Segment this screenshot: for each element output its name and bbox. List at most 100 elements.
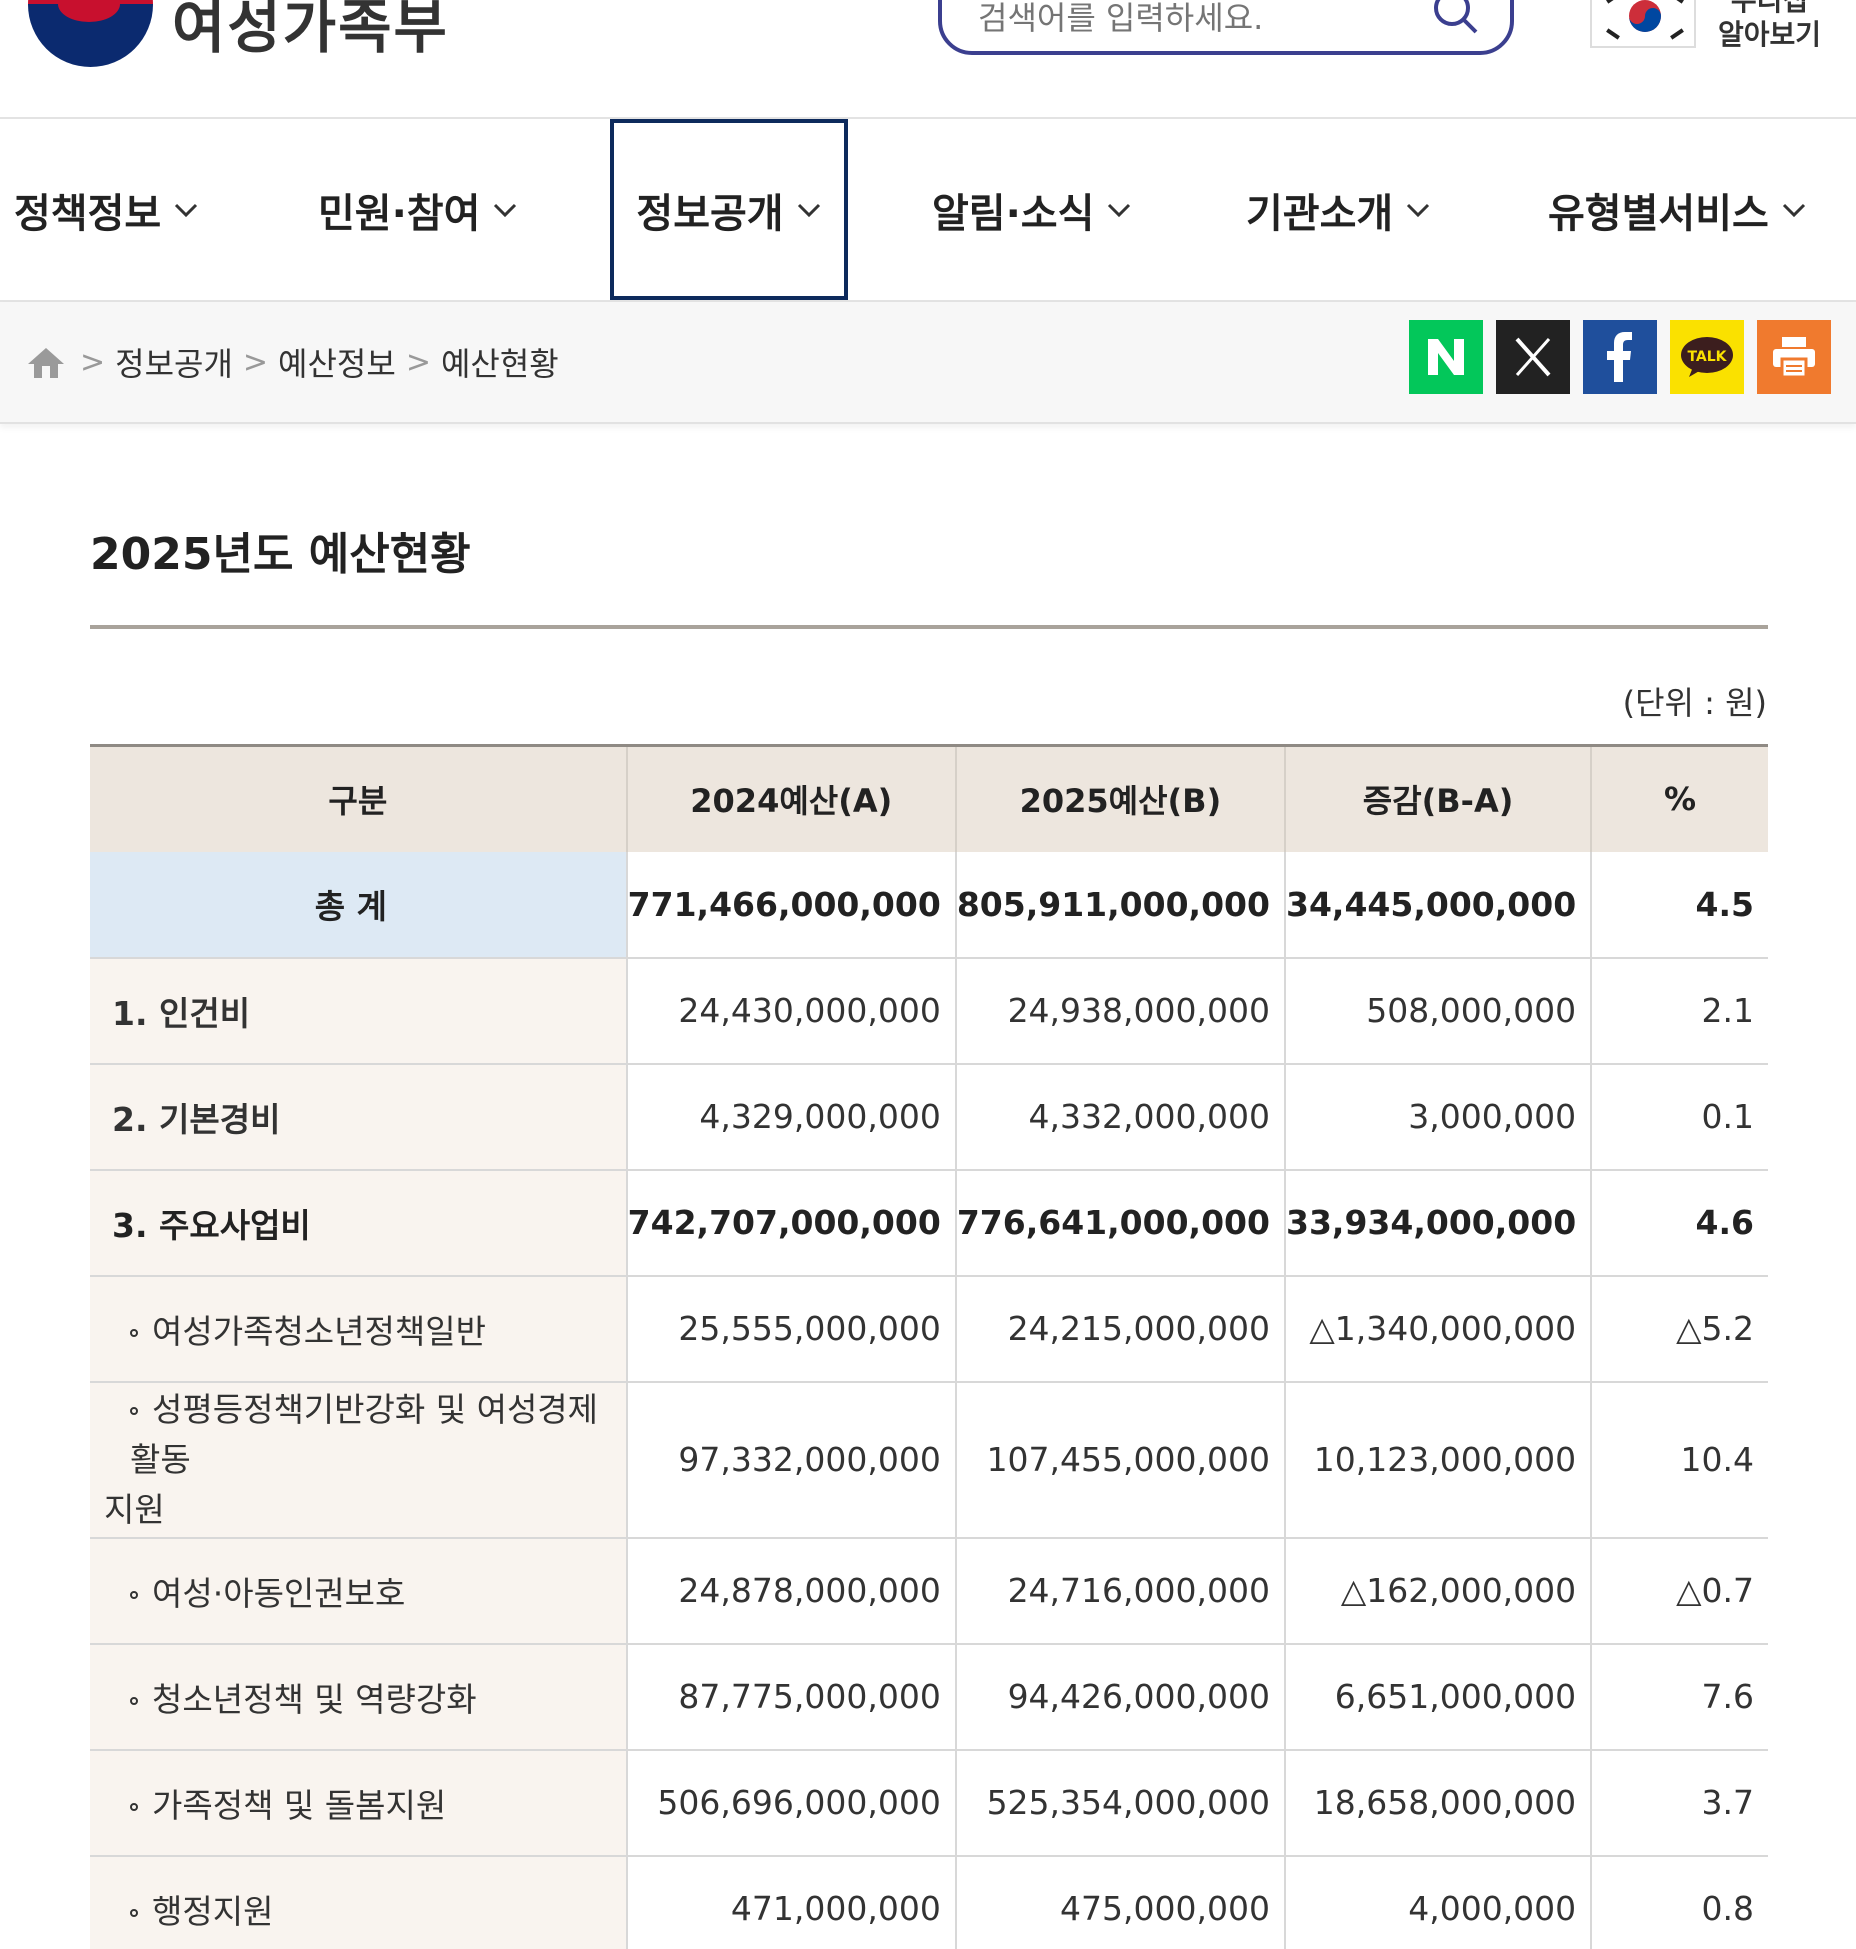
column-header: 2024예산(A) [626,744,957,852]
naver-icon [1428,339,1464,375]
column-header: 2025예산(B) [955,744,1286,852]
bullet-icon [130,1329,138,1337]
table-row: 성평등정책기반강화 및 여성경제활동 지원 97,332,000,000 107… [90,1381,1768,1539]
nav-item-policy[interactable]: 정책정보 [14,119,199,300]
cell-budget-2025: 475,000,000 [955,1855,1286,1949]
flag-label-line2: 알아보기 [1718,18,1822,51]
bullet-icon [130,1697,138,1705]
share-kakaotalk-button[interactable]: TALK [1670,320,1744,394]
cell-budget-2024: 24,430,000,000 [626,957,957,1065]
row-label: 1. 인건비 [90,957,628,1065]
breadcrumb-separator: > [405,344,431,380]
row-label: 2. 기본경비 [90,1063,628,1171]
cell-difference: 3,000,000 [1284,1063,1593,1171]
nav-item-civil[interactable]: 민원·참여 [318,119,518,300]
chevron-down-icon [797,203,820,217]
breadcrumb-item[interactable]: 정보공개 [115,339,233,385]
home-icon[interactable] [26,344,66,380]
column-header: 구분 [90,744,628,852]
nav-item-label: 유형별서비스 [1548,190,1769,237]
logo-text[interactable]: 여성가족부 [172,0,449,64]
bullet-icon [130,1909,138,1917]
chevron-down-icon [1407,203,1430,217]
flag-label-line1: 누리집 [1730,0,1809,17]
cell-budget-2025: 94,426,000,000 [955,1643,1286,1751]
site-header: 여성가족부 누리집 알아보기 [0,0,1856,117]
cell-budget-2024: 97,332,000,000 [626,1381,957,1539]
table-row-total: 총 계 771,466,000,000 805,911,000,000 34,4… [90,851,1768,959]
cell-difference: 34,445,000,000 [1284,851,1593,959]
flag-info-link[interactable]: 누리집 알아보기 [1718,0,1821,52]
cell-budget-2025: 24,215,000,000 [955,1275,1286,1383]
nav-item-label: 정책정보 [14,190,162,237]
share-x-button[interactable] [1496,320,1570,394]
chevron-down-icon [1782,203,1805,217]
breadcrumb: > 정보공개 > 예산정보 > 예산현황 [26,330,559,394]
row-label-cell: 성평등정책기반강화 및 여성경제활동 지원 [90,1381,628,1539]
cell-budget-2024: 771,466,000,000 [626,851,957,959]
cell-percent: 3.7 [1591,1749,1768,1857]
nav-item-news[interactable]: 알림·소식 [932,119,1132,300]
nav-item-label: 민원·참여 [318,190,481,237]
cell-difference: △162,000,000 [1284,1537,1593,1645]
share-naver-button[interactable] [1409,320,1483,394]
row-label-cell: 행정지원 [90,1855,628,1949]
cell-budget-2024: 87,775,000,000 [626,1643,957,1751]
breadcrumb-separator: > [242,344,269,380]
cell-budget-2024: 506,696,000,000 [626,1749,957,1857]
cell-percent: 7.6 [1591,1643,1768,1751]
chevron-down-icon [494,203,517,217]
budget-table: 구분 2024예산(A) 2025예산(B) 증감(B-A) % 총 계 771… [90,744,1768,1949]
main-nav: 정책정보 민원·참여 정보공개 알림·소식 기관소개 유형별서비스 [0,117,1856,302]
cell-percent: 0.1 [1591,1063,1768,1171]
cell-difference: 10,123,000,000 [1284,1381,1593,1539]
cell-budget-2025: 107,455,000,000 [955,1381,1286,1539]
cell-budget-2025: 805,911,000,000 [955,851,1286,959]
share-facebook-button[interactable] [1583,320,1657,394]
table-row: 여성·아동인권보호 24,878,000,000 24,716,000,000 … [90,1537,1768,1645]
table-header-row: 구분 2024예산(A) 2025예산(B) 증감(B-A) % [90,744,1768,852]
bullet-icon [130,1591,138,1599]
cell-difference: 4,000,000 [1284,1855,1593,1949]
cell-percent: 4.5 [1591,851,1768,959]
unit-label: (단위 : 원) [1622,684,1767,722]
nav-item-services[interactable]: 유형별서비스 [1548,119,1807,300]
ministry-logo[interactable] [28,0,153,67]
nav-item-about[interactable]: 기관소개 [1246,119,1431,300]
search-box[interactable] [938,0,1514,55]
row-label: 여성가족청소년정책일반 [152,1311,486,1351]
bullet-icon [130,1407,138,1415]
breadcrumb-item-current[interactable]: 예산현황 [441,339,559,385]
kakaotalk-label: TALK [1687,349,1727,365]
nav-item-label: 기관소개 [1246,190,1394,237]
print-button[interactable] [1757,320,1831,394]
x-icon [1515,337,1551,377]
breadcrumb-item[interactable]: 예산정보 [278,339,396,385]
row-label: 여성·아동인권보호 [152,1573,406,1613]
cell-budget-2025: 525,354,000,000 [955,1749,1286,1857]
row-label-cell: 여성가족청소년정책일반 [90,1275,628,1383]
cell-difference: △1,340,000,000 [1284,1275,1593,1383]
table-row: 청소년정책 및 역량강화 87,775,000,000 94,426,000,0… [90,1643,1768,1751]
nav-item-disclosure[interactable]: 정보공개 [610,119,848,300]
table-row: 행정지원 471,000,000 475,000,000 4,000,000 0… [90,1855,1768,1949]
row-label-line1: 성평등정책기반강화 및 여성경제활동 [130,1389,599,1479]
row-label: 총 계 [90,851,628,959]
cell-budget-2024: 4,329,000,000 [626,1063,957,1171]
cell-budget-2024: 471,000,000 [626,1855,957,1949]
cell-budget-2024: 24,878,000,000 [626,1537,957,1645]
title-divider [90,625,1768,629]
cell-budget-2024: 25,555,000,000 [626,1275,957,1383]
facebook-icon [1607,332,1632,382]
bullet-icon [130,1803,138,1811]
cell-budget-2025: 4,332,000,000 [955,1063,1286,1171]
row-label-cell: 여성·아동인권보호 [90,1537,628,1645]
kakaotalk-icon: TALK [1681,337,1733,377]
korean-flag-icon[interactable] [1590,0,1696,48]
cell-percent: 10.4 [1591,1381,1768,1539]
search-icon[interactable] [1426,0,1484,36]
table-row: 2. 기본경비 4,329,000,000 4,332,000,000 3,00… [90,1063,1768,1171]
cell-percent: 4.6 [1591,1169,1768,1277]
row-label: 행정지원 [152,1891,274,1931]
search-input[interactable] [978,0,1408,38]
